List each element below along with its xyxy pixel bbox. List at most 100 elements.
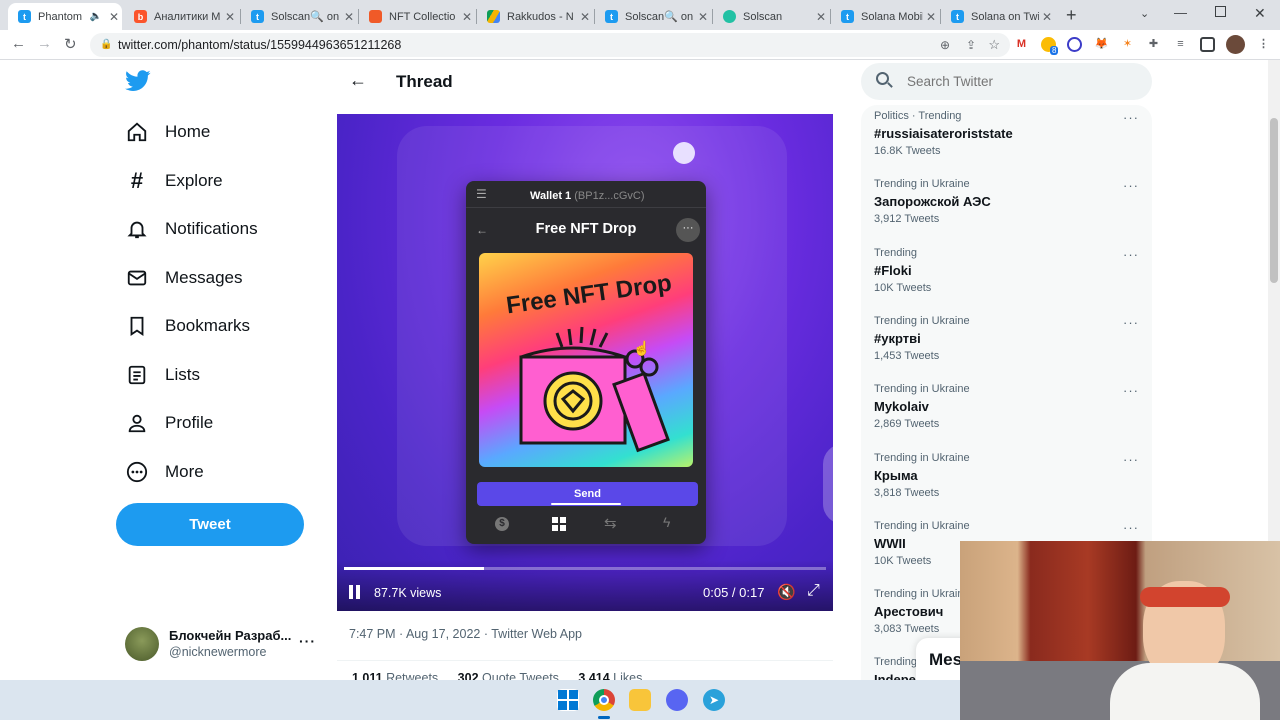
trend-count: 16.8K Tweets <box>874 145 941 157</box>
gmail-icon[interactable]: M <box>1014 37 1029 52</box>
video-progress-bar[interactable] <box>344 567 826 570</box>
close-icon[interactable]: ✕ <box>923 10 939 24</box>
nav-item-home[interactable]: Home <box>126 115 210 149</box>
wallet-phone-mockup: ☰ Wallet 1 (BP1z...cGvC) ← Free NFT Drop… <box>466 181 706 544</box>
address-bar[interactable]: 🔒 twitter.com/phantom/status/15599449636… <box>90 33 1010 57</box>
back-arrow-icon[interactable]: ← <box>349 70 367 91</box>
windows-start-icon[interactable] <box>557 689 579 711</box>
close-icon[interactable]: ✕ <box>222 10 238 24</box>
fullscreen-icon[interactable]: ⤢ <box>807 582 820 600</box>
quote-count[interactable]: 302 Quote Tweets <box>458 671 559 680</box>
telegram-icon[interactable]: ➤ <box>703 689 725 711</box>
browser-tab[interactable]: t Solana Mobil ✕ <box>831 3 939 30</box>
scrollbar-thumb[interactable] <box>1270 118 1278 283</box>
trend-name: #укртві <box>874 330 921 346</box>
minimize-icon[interactable]: — <box>1174 5 1187 20</box>
restore-icon[interactable] <box>1215 6 1226 17</box>
brave-icon: b <box>134 10 147 23</box>
nav-item-explore[interactable]: # Explore <box>126 164 223 198</box>
account-more-icon[interactable]: ··· <box>299 633 316 649</box>
nav-item-notifications[interactable]: Notifications <box>126 212 258 246</box>
twitter-icon: t <box>251 10 264 23</box>
chevron-down-icon[interactable]: ⌄ <box>1140 7 1149 20</box>
close-icon[interactable]: ✕ <box>695 10 711 24</box>
trend-context: Trending <box>874 246 918 259</box>
nav-item-more[interactable]: More <box>126 455 204 489</box>
reload-icon[interactable]: ↻ <box>64 35 77 53</box>
browser-tab[interactable]: b Аналитики M ✕ <box>124 3 238 30</box>
gift-box-icon <box>519 326 670 453</box>
forward-icon[interactable]: → <box>37 35 52 52</box>
hashtag-icon: # <box>130 167 144 193</box>
nav-item-label: Messages <box>165 267 243 287</box>
media-icon[interactable]: ≡ <box>1173 37 1188 52</box>
puzzle-icon[interactable]: ✚ <box>1146 37 1161 52</box>
wallet-title-row: Wallet 1 (BP1z...cGvC) <box>530 190 645 202</box>
nav-item-profile[interactable]: Profile <box>126 406 213 440</box>
tweet-button[interactable]: Tweet <box>116 503 304 546</box>
trend-name: Крыма <box>874 467 918 483</box>
trend-more-icon[interactable]: ··· <box>1123 383 1139 398</box>
tweet-timestamp[interactable]: 7:47 PM · Aug 17, 2022 · Twitter Web App <box>349 627 582 641</box>
close-icon[interactable]: ✕ <box>106 10 122 24</box>
trend-item[interactable]: Trending #Floki 10K Tweets ··· <box>874 247 1139 307</box>
chrome-icon[interactable] <box>593 689 615 711</box>
avatar[interactable] <box>1226 35 1245 54</box>
window-close-icon[interactable]: ✕ <box>1254 5 1266 22</box>
browser-tab[interactable]: t Solscan🔍 on ✕ <box>241 3 357 30</box>
nav-item-lists[interactable]: Lists <box>126 358 200 392</box>
close-icon[interactable]: ✕ <box>1039 10 1055 24</box>
nav-item-bookmarks[interactable]: Bookmarks <box>126 309 250 343</box>
close-icon[interactable]: ✕ <box>813 10 829 24</box>
metamask-icon[interactable]: 🦊 <box>1094 37 1109 52</box>
new-tab-button[interactable]: + <box>1066 5 1077 26</box>
stat-number: 1,011 <box>352 671 383 680</box>
trend-more-icon[interactable]: ··· <box>1123 110 1139 125</box>
like-count[interactable]: 3,414 Likes <box>578 671 642 680</box>
video-progress-fill <box>344 567 484 570</box>
trend-more-icon[interactable]: ··· <box>1123 452 1139 467</box>
trend-item[interactable]: Trending in Ukraine #укртві 1,453 Tweets ··… <box>874 315 1139 375</box>
trend-item[interactable]: Trending in Ukraine Запорожской АЭС 3,912 … <box>874 178 1139 238</box>
share-icon[interactable]: ⇪ <box>966 33 976 57</box>
pause-icon[interactable] <box>349 585 360 599</box>
extension-icon[interactable]: ✶ <box>1120 37 1135 52</box>
trend-more-icon[interactable]: ··· <box>1123 247 1139 262</box>
browser-tab[interactable]: t Phantom 🔈 ✕ <box>8 3 122 30</box>
trend-item[interactable]: Politics · Trending #russiaisateroriststa… <box>874 110 1139 170</box>
browser-tab[interactable]: t Solscan🔍 on ✕ <box>595 3 711 30</box>
nav-item-label: Notifications <box>165 219 258 238</box>
back-icon[interactable]: ← <box>11 35 26 52</box>
nav-item-messages[interactable]: Messages <box>126 261 242 295</box>
browser-tab[interactable]: NFT Collectio ✕ <box>359 3 475 30</box>
close-icon[interactable]: ✕ <box>341 10 357 24</box>
twitter-logo-icon[interactable] <box>125 70 151 94</box>
trend-item[interactable]: Trending in Ukraine Крыма 3,818 Tweets ··· <box>874 452 1139 512</box>
account-avatar[interactable] <box>125 627 159 661</box>
account-handle: @nicknewermore <box>169 645 267 659</box>
trend-count: 1,453 Tweets <box>874 349 940 362</box>
mute-icon[interactable]: 🔇 <box>777 583 796 601</box>
trend-more-icon[interactable]: ··· <box>1123 178 1139 193</box>
tweet-stats: 1,011 Retweets 302 Quote Tweets 3,414 Li… <box>352 671 642 680</box>
discord-icon[interactable] <box>666 689 688 711</box>
retweet-count[interactable]: 1,011 Retweets <box>352 671 438 680</box>
browser-tab[interactable]: Rakkudos - N ✕ <box>477 3 593 30</box>
sidepanel-icon[interactable] <box>1200 37 1215 52</box>
file-explorer-icon[interactable] <box>629 689 651 711</box>
close-icon[interactable]: ✕ <box>459 10 475 24</box>
kebab-menu-icon[interactable]: ⋮ <box>1256 37 1271 52</box>
trend-item[interactable]: Trending in Ukraine Mykolaiv 2,869 Tweets ·… <box>874 383 1139 443</box>
install-icon[interactable]: ⊕ <box>940 33 950 57</box>
extension-icon[interactable] <box>1067 37 1082 52</box>
search-input[interactable] <box>907 63 1137 100</box>
browser-tab[interactable]: Solscan ✕ <box>713 3 829 30</box>
trend-more-icon[interactable]: ··· <box>1123 315 1139 330</box>
trend-more-icon[interactable]: ··· <box>1123 520 1139 535</box>
browser-tab[interactable]: t Solana on Twi ✕ <box>941 3 1055 30</box>
search-box[interactable] <box>861 63 1152 100</box>
star-icon[interactable]: ☆ <box>988 33 1000 57</box>
speaker-icon[interactable]: 🔈 <box>90 11 102 22</box>
close-icon[interactable]: ✕ <box>577 10 593 24</box>
tweet-video[interactable]: ☰ Wallet 1 (BP1z...cGvC) ← Free NFT Drop… <box>337 114 833 611</box>
